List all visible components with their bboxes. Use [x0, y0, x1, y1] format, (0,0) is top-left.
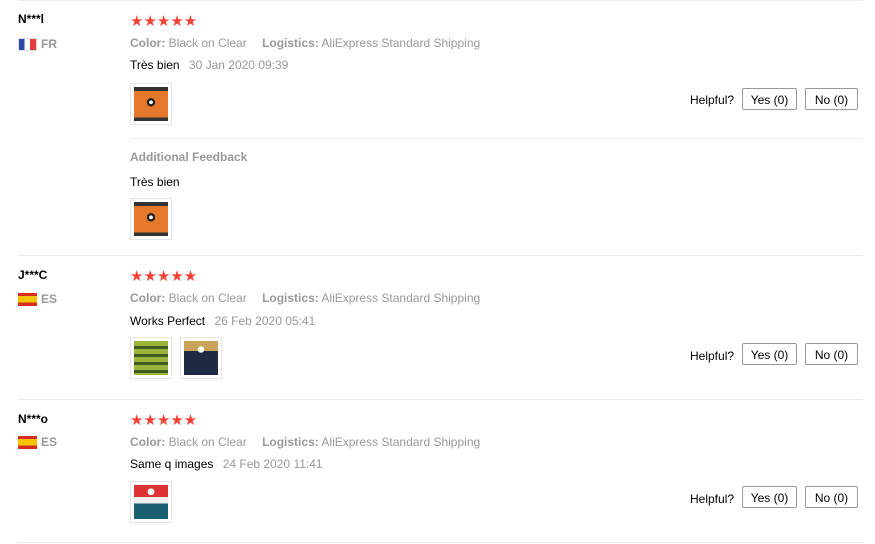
logistics-label: Logistics:	[262, 435, 319, 449]
star-rating: ★★★★★	[130, 13, 198, 30]
logistics-label: Logistics:	[262, 36, 319, 50]
helpful-no-button[interactable]: No (0)	[805, 343, 858, 365]
helpful-yes-button[interactable]: Yes (0)	[742, 343, 797, 365]
color-value: Black on Clear	[168, 291, 247, 305]
review-text: Works Perfect 26 Feb 2020 05:41	[130, 314, 315, 328]
reviewer-country: FR	[18, 37, 57, 51]
color-label: Color:	[130, 291, 166, 305]
spain-flag-icon	[18, 435, 37, 449]
review-divider	[18, 399, 863, 400]
review-attributes: Color: Black on Clear Logistics: AliExpr…	[130, 36, 480, 50]
review-photo-thumbnail[interactable]	[130, 337, 172, 379]
review-attributes: Color: Black on Clear Logistics: AliExpr…	[130, 291, 480, 305]
review-text: Same q images 24 Feb 2020 11:41	[130, 457, 323, 471]
logistics-value: AliExpress Standard Shipping	[321, 291, 481, 305]
helpful-label: Helpful?	[690, 93, 735, 107]
review-body: Same q images	[130, 457, 214, 471]
product-photo	[184, 341, 218, 375]
reviewer-name: N***o	[18, 412, 49, 426]
review-attributes: Color: Black on Clear Logistics: AliExpr…	[130, 435, 480, 449]
color-label: Color:	[130, 435, 166, 449]
additional-feedback-label: Additional Feedback	[130, 150, 248, 164]
helpful-yes-button[interactable]: Yes (0)	[742, 486, 797, 508]
review-photo-thumbnail[interactable]	[130, 83, 172, 125]
color-value: Black on Clear	[168, 435, 247, 449]
product-photo	[134, 87, 168, 121]
helpful-no-button[interactable]: No (0)	[805, 486, 858, 508]
country-code: ES	[41, 292, 58, 306]
helpful-label: Helpful?	[690, 492, 735, 506]
logistics-label: Logistics:	[262, 291, 319, 305]
review-date: 26 Feb 2020 05:41	[214, 314, 316, 328]
review-date: 24 Feb 2020 11:41	[222, 457, 323, 471]
color-value: Black on Clear	[168, 36, 247, 50]
helpful-yes-button[interactable]: Yes (0)	[742, 88, 797, 110]
review-divider	[18, 542, 863, 543]
country-code: FR	[41, 37, 57, 51]
reviewer-country: ES	[18, 435, 57, 449]
top-divider	[18, 0, 863, 1]
reviewer-name: N***l	[18, 12, 45, 26]
reviewer-name: J***C	[18, 268, 48, 282]
product-photo	[134, 202, 168, 236]
product-photo	[134, 341, 168, 375]
country-code: ES	[41, 435, 58, 449]
review-text: Très bien 30 Jan 2020 09:39	[130, 58, 288, 72]
additional-feedback-text: Très bien	[130, 175, 180, 189]
review-photo-thumbnail[interactable]	[180, 337, 222, 379]
star-rating: ★★★★★	[130, 268, 198, 285]
additional-photo-thumbnail[interactable]	[130, 198, 172, 240]
spain-flag-icon	[18, 292, 37, 306]
review-date: 30 Jan 2020 09:39	[188, 58, 289, 72]
review-body: Works Perfect	[130, 314, 206, 328]
helpful-label: Helpful?	[690, 349, 735, 363]
logistics-value: AliExpress Standard Shipping	[321, 435, 481, 449]
additional-feedback-divider	[130, 138, 863, 139]
reviewer-country: ES	[18, 292, 57, 306]
review-body: Très bien	[130, 58, 180, 72]
review-divider	[18, 255, 863, 256]
review-photo-thumbnail[interactable]	[130, 481, 172, 523]
product-photo	[134, 485, 168, 519]
helpful-no-button[interactable]: No (0)	[805, 88, 858, 110]
france-flag-icon	[18, 37, 37, 51]
logistics-value: AliExpress Standard Shipping	[321, 36, 481, 50]
star-rating: ★★★★★	[130, 412, 198, 429]
color-label: Color:	[130, 36, 166, 50]
